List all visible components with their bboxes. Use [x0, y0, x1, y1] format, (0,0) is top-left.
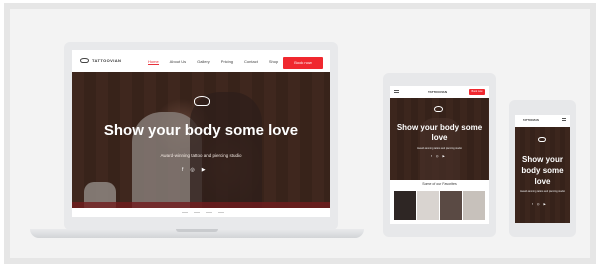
book-now-button[interactable]: Book now [469, 89, 485, 95]
hero-subtitle: Award-winning tattoo and piercing studio [417, 147, 462, 150]
book-now-button[interactable]: Book now [283, 57, 323, 69]
hero-subtitle: Award-winning tattoo and piercing studio [520, 190, 565, 193]
hero-title: Show your body some love [396, 123, 483, 142]
tablet-screen: TATTOOVIAN Book now Show your body some … [390, 86, 489, 224]
phone-header: TATTOOVIAN [515, 115, 570, 125]
heart-wings-icon [538, 137, 546, 142]
facebook-icon[interactable]: f [532, 202, 533, 206]
favorites-heading: Some of our Favorites [422, 182, 457, 186]
menu-icon[interactable] [562, 118, 566, 121]
phone-screen: TATTOOVIAN Show your body some love Awar… [515, 115, 570, 223]
facebook-icon[interactable]: f [431, 154, 432, 158]
main-nav: Home About Us Gallery Pricing Contact Sh… [148, 59, 278, 65]
gallery-image[interactable] [463, 191, 485, 220]
site-header: TATTOOVIAN Home About Us Gallery Pricing… [72, 50, 330, 72]
nav-item-shop[interactable]: Shop [269, 59, 278, 65]
gallery-image[interactable] [417, 191, 439, 220]
hero-subtitle: Award-winning tattoo and piercing studio [160, 153, 242, 158]
gallery-image[interactable] [394, 191, 416, 220]
hero-section: Show your body some love Award-winning t… [72, 72, 330, 217]
nav-item-pricing[interactable]: Pricing [221, 59, 233, 65]
social-links: f ◎ ▶ [532, 202, 546, 206]
nav-item-about[interactable]: About Us [170, 59, 186, 65]
gallery-image[interactable] [440, 191, 462, 220]
nav-item-contact[interactable]: Contact [244, 59, 258, 65]
heart-wings-icon [434, 106, 443, 112]
hero-title: Show your body some love [103, 122, 299, 139]
tablet-header: TATTOOVIAN Book now [390, 86, 489, 98]
hero-section: Show your body some love Award-winning t… [515, 127, 570, 223]
instagram-icon[interactable]: ◎ [190, 167, 194, 173]
youtube-icon[interactable]: ▶ [543, 202, 545, 206]
facebook-icon[interactable]: f [182, 167, 183, 173]
nav-item-home[interactable]: Home [148, 59, 159, 65]
heart-wings-icon [194, 96, 210, 106]
nav-item-gallery[interactable]: Gallery [197, 59, 210, 65]
favorites-gallery [394, 191, 485, 220]
youtube-icon[interactable]: ▶ [442, 154, 444, 158]
heart-logo-icon [80, 58, 89, 63]
hero-section: Show your body some love Award-winning t… [390, 98, 489, 180]
social-links: f ◎ ▶ [182, 167, 206, 173]
laptop-screen: TATTOOVIAN Home About Us Gallery Pricing… [72, 50, 330, 217]
hero-title: Show your body some love [521, 155, 564, 186]
laptop-base [30, 229, 364, 238]
site-logo[interactable]: TATTOOVIAN [80, 58, 121, 63]
youtube-icon[interactable]: ▶ [202, 167, 206, 173]
site-logo[interactable]: TATTOOVIAN [523, 119, 539, 122]
instagram-icon[interactable]: ◎ [436, 154, 439, 158]
site-logo[interactable]: TATTOOVIAN [428, 90, 447, 94]
menu-icon[interactable] [394, 90, 399, 93]
instagram-icon[interactable]: ◎ [537, 202, 540, 206]
social-links: f ◎ ▶ [431, 154, 445, 158]
